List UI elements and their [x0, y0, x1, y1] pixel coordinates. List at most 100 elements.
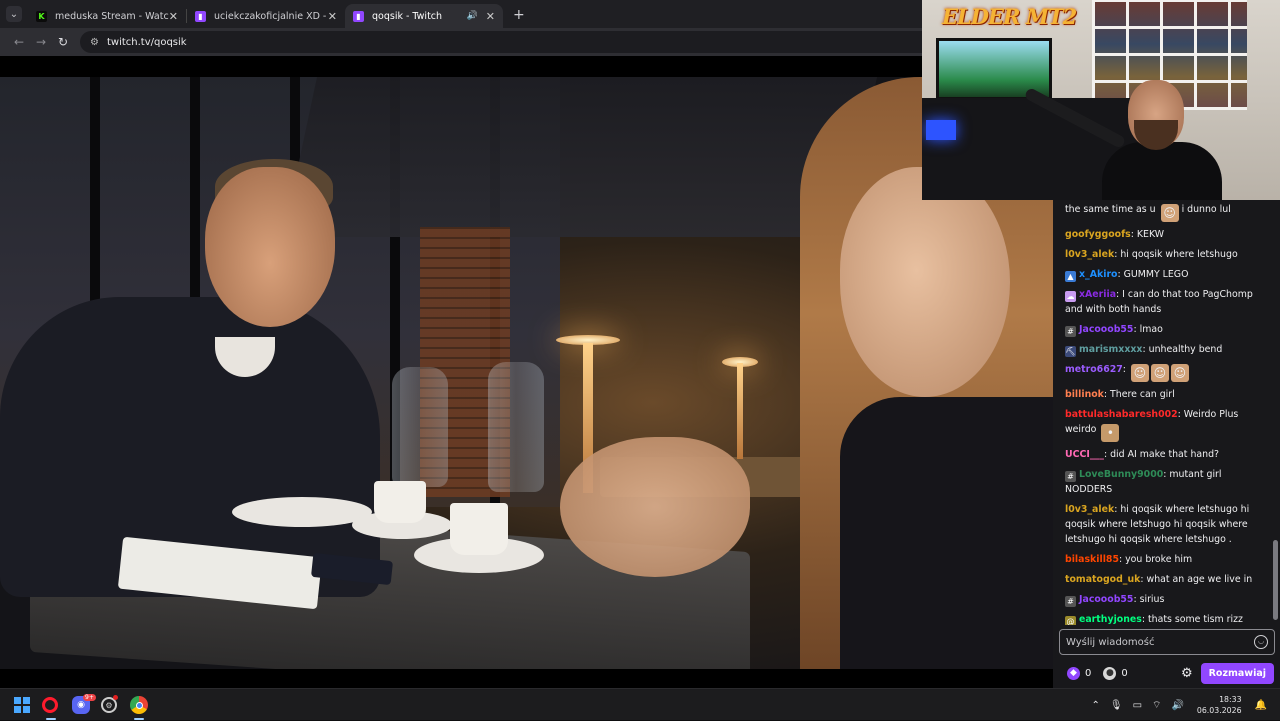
- chat-message-text: i dunno lul: [1181, 204, 1231, 215]
- volume-icon[interactable]: 🔊: [1171, 700, 1183, 711]
- forward-icon[interactable]: →: [30, 35, 52, 49]
- twitch-favicon-icon: ▮: [195, 10, 206, 22]
- chrome-icon[interactable]: [130, 696, 148, 714]
- pickaxe-badge-icon[interactable]: ⛏: [1065, 346, 1076, 357]
- chat-username[interactable]: bilaskill85: [1065, 554, 1119, 565]
- chat-message-text: the same time as u: [1065, 204, 1156, 215]
- emote-icon: •: [1101, 424, 1120, 442]
- chat-username[interactable]: l0v3_alek: [1065, 249, 1114, 260]
- chat-message-text: : thats some tism rizz: [1141, 614, 1243, 625]
- system-clock[interactable]: 18:33 06.03.2026: [1197, 694, 1242, 716]
- show-hidden-icons-chevron-icon[interactable]: ⌃: [1091, 700, 1099, 711]
- chat-username[interactable]: battulashabaresh002: [1065, 409, 1178, 420]
- chat-footer: ◆ 0 ● 0 ⚙ Rozmawiaj: [1053, 660, 1280, 686]
- chat-username[interactable]: tomatogod_uk: [1065, 574, 1140, 585]
- subscriber-badge-icon[interactable]: ▲: [1065, 271, 1076, 282]
- chat-message-list[interactable]: the same time as u ☺ i dunno lul goofygg…: [1053, 200, 1280, 625]
- chat-message-input[interactable]: Wyślij wiadomość ◡: [1059, 629, 1275, 655]
- twitch-favicon-icon: ▮: [353, 10, 364, 22]
- back-icon[interactable]: ←: [8, 35, 30, 49]
- gift-badge-icon[interactable]: @: [1065, 616, 1076, 625]
- video-frame: [0, 77, 1053, 669]
- chat-send-button[interactable]: Rozmawiaj: [1200, 662, 1274, 684]
- chat-message: UCCI___: did AI make that hand?: [1065, 447, 1268, 462]
- clock-time: 18:33: [1219, 695, 1242, 704]
- new-tab-button[interactable]: +: [513, 7, 525, 23]
- ladder-badge-icon[interactable]: #: [1065, 326, 1076, 337]
- man-head: [205, 167, 335, 327]
- elder-mt2-logo: ELDER MT2: [942, 4, 1077, 29]
- kick-favicon-icon: K: [36, 10, 47, 22]
- notification-bell-icon[interactable]: 🔔: [1255, 700, 1267, 711]
- chat-message: ☁ xAeriia: I can do that too PagChomp and…: [1065, 287, 1268, 317]
- chat-username[interactable]: x_Akiro: [1079, 269, 1118, 280]
- chat-username[interactable]: xAeriia: [1079, 289, 1116, 300]
- woman-dress: [840, 397, 1053, 669]
- chat-username[interactable]: earthyjones: [1079, 614, 1142, 625]
- chat-message: # Jacooob55: sirius: [1065, 592, 1268, 607]
- browser-tab-meduska[interactable]: K meduska Stream - Watch Live o ✕: [28, 4, 186, 28]
- windows-start-icon[interactable]: [13, 696, 31, 714]
- chat-username[interactable]: goofyggoofs: [1065, 229, 1131, 240]
- chat-message-text: : hi qoqsik where letshugo: [1114, 249, 1238, 260]
- chat-message-text: : KEKW: [1130, 229, 1165, 240]
- chat-username[interactable]: LoveBunny9000: [1079, 469, 1163, 480]
- chat-message: ⛏ marismxxxx: unhealthy bend: [1065, 342, 1268, 357]
- clock-date: 06.03.2026: [1196, 706, 1242, 715]
- browser-tab-qoqsik[interactable]: ▮ qoqsik - Twitch 🔊 ✕: [345, 4, 503, 28]
- emote-picker-icon[interactable]: ◡: [1254, 635, 1268, 649]
- close-tab-icon[interactable]: ✕: [328, 10, 337, 23]
- bits-icon: ◆: [1067, 666, 1080, 680]
- display-icon[interactable]: ▭: [1133, 700, 1142, 711]
- tab-search-button[interactable]: ⌄: [6, 6, 22, 22]
- app-notification-dot: [113, 695, 118, 700]
- chat-username[interactable]: l0v3_alek: [1065, 504, 1114, 515]
- emote-icon: ☺: [1150, 364, 1169, 382]
- windows-taskbar: ◉ 9+ ⚙ ⌃ 🎙 ▭ ⌔ 🔊 18:33 06.03.2026 🔔: [0, 688, 1280, 720]
- reload-icon[interactable]: ↻: [52, 35, 74, 49]
- close-tab-icon[interactable]: ✕: [169, 10, 178, 23]
- chat-message-text: : sirius: [1133, 594, 1165, 605]
- chat-input-placeholder: Wyślij wiadomość: [1066, 636, 1155, 648]
- chrome-center-icon: [135, 701, 143, 709]
- audio-playing-icon[interactable]: 🔊: [467, 11, 478, 21]
- chat-message-text: :: [1122, 364, 1126, 375]
- chat-username[interactable]: metro6627: [1065, 364, 1123, 375]
- waving-hand: [560, 437, 750, 577]
- chat-username[interactable]: Jacooob55: [1079, 324, 1133, 335]
- chat-username[interactable]: billinok: [1065, 389, 1104, 400]
- chat-message: ▲ x_Akiro: GUMMY LEGO: [1065, 267, 1268, 282]
- microphone-icon[interactable]: 🎙: [1110, 700, 1123, 711]
- channel-points-icon: ●: [1103, 666, 1117, 680]
- chat-message: @ earthyjones: thats some tism rizz: [1065, 612, 1268, 625]
- chat-message: battulashabaresh002: Weirdo Plus weirdo …: [1065, 407, 1268, 442]
- streamer-shirt: [1102, 142, 1222, 200]
- chat-message-text: : what an age we live in: [1140, 574, 1253, 585]
- chat-username[interactable]: UCCI___: [1065, 449, 1104, 460]
- chat-message-text: : you broke him: [1118, 554, 1193, 565]
- chat-message: metro6627: ☺ ☺ ☺: [1065, 362, 1268, 382]
- bits-counter[interactable]: ◆ 0: [1067, 666, 1091, 680]
- chat-settings-gear-icon[interactable]: ⚙: [1181, 666, 1193, 681]
- video-player[interactable]: [0, 56, 1053, 688]
- ladder-badge-icon[interactable]: #: [1065, 596, 1076, 607]
- opera-browser-icon[interactable]: [42, 697, 58, 713]
- tab-title: uciekczakoficjalnie XD - Twitch: [214, 10, 328, 22]
- chat-username[interactable]: Jacooob55: [1079, 594, 1133, 605]
- channel-points-counter[interactable]: ● 0: [1103, 666, 1128, 680]
- background-lamp-stem: [737, 363, 743, 459]
- close-tab-icon[interactable]: ✕: [486, 10, 495, 23]
- network-icon[interactable]: ⌔: [1152, 699, 1161, 712]
- ladder-badge-icon[interactable]: #: [1065, 471, 1076, 482]
- cloud-badge-icon[interactable]: ☁: [1065, 291, 1076, 302]
- chat-scrollbar[interactable]: [1273, 540, 1278, 620]
- browser-tab-uciekczak[interactable]: ▮ uciekczakoficjalnie XD - Twitch ✕: [187, 4, 345, 28]
- address-bar[interactable]: ⚙ twitch.tv/qoqsik: [80, 31, 940, 53]
- chat-message: # Jacooob55: lmao: [1065, 322, 1268, 337]
- site-info-icon[interactable]: ⚙: [90, 37, 99, 48]
- chat-username[interactable]: marismxxxx: [1079, 344, 1142, 355]
- chat-message-text: : There can girl: [1103, 389, 1175, 400]
- emote-icon: ☺: [1170, 364, 1189, 382]
- discord-notification-badge: 9+: [83, 694, 96, 701]
- coffee-cup: [450, 503, 508, 555]
